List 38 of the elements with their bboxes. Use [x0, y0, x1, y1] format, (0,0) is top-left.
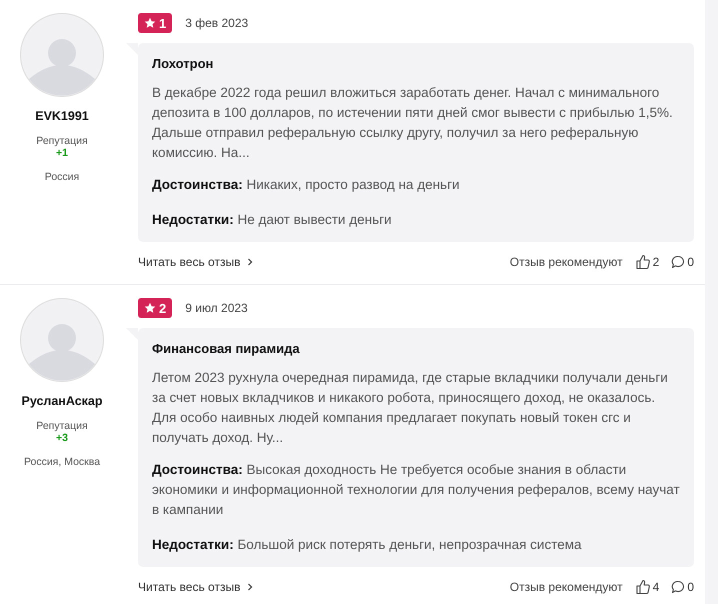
rating-badge: 2 — [138, 298, 172, 318]
recommend-label: Отзыв рекомендуют — [510, 255, 623, 269]
recommend-label: Отзыв рекомендуют — [510, 580, 623, 594]
user-name[interactable]: РусланАскар — [21, 394, 103, 408]
review-title: Лохотрон — [152, 56, 214, 71]
reputation-value: +3 — [56, 432, 68, 444]
rating-badge: 1 — [138, 13, 172, 33]
user-name[interactable]: EVK1991 — [35, 109, 89, 123]
review-pros: Достоинства: Никаких, просто развод на деньги — [152, 176, 461, 194]
avatar-icon — [20, 298, 104, 382]
review-cons: Недостатки: Большой риск потерять деньги, непрозрачная система — [152, 536, 583, 554]
reputation-value: +1 — [56, 147, 68, 159]
review-cons: Недостатки: Не дают вывести деньги — [152, 211, 393, 229]
avatar-icon — [20, 13, 104, 97]
chevron-right-icon — [246, 583, 254, 591]
review-pros: Достоинства: Высокая доходность Не требуется особые знания в области экономики и информационной технологии для получения рефералов, всему научат в кампании — [152, 461, 680, 519]
thumbs-up-icon[interactable] — [634, 579, 651, 595]
read-more-link[interactable]: Читать весь отзыв — [138, 580, 254, 594]
reputation-label: Репутация — [36, 135, 88, 147]
comment-count: 0 — [687, 255, 694, 269]
user-location: Россия — [44, 171, 80, 183]
review-text: В декабре 2022 года решил вложиться заработать денег. Начал с минимального депозита в 100 долларов, по истечении пяти дней смог вывести с прибылью 1,5%. Дальше отправил реферальную ссылку другу, получил за него реферальную комиссию. На... — [152, 84, 674, 162]
read-more-link[interactable]: Читать весь отзыв — [138, 255, 254, 269]
star-icon — [144, 302, 156, 314]
comment-icon[interactable] — [671, 580, 686, 594]
review-date: 3 фев 2023 — [185, 16, 248, 30]
like-count: 2 — [652, 255, 660, 269]
review-text: Летом 2023 рухнула очередная пирамида, где старые вкладчики получали деньги за счет новых вкладчиков и никакого робота, приносящего доход, не оказалось. Для особо наивных людей компания предлагает покупать новый токен сгс и получать доход. Ну... — [152, 369, 669, 447]
user-location: Россия, Москва — [24, 456, 100, 468]
chevron-right-icon — [246, 258, 254, 266]
like-count: 4 — [652, 580, 660, 594]
comment-icon[interactable] — [671, 255, 686, 269]
star-icon — [144, 17, 156, 29]
review-title: Финансовая пирамида — [152, 341, 301, 356]
comment-count: 0 — [687, 580, 694, 594]
reputation-label: Репутация — [36, 420, 88, 432]
thumbs-up-icon[interactable] — [634, 254, 651, 270]
review-date: 9 июл 2023 — [185, 301, 248, 315]
